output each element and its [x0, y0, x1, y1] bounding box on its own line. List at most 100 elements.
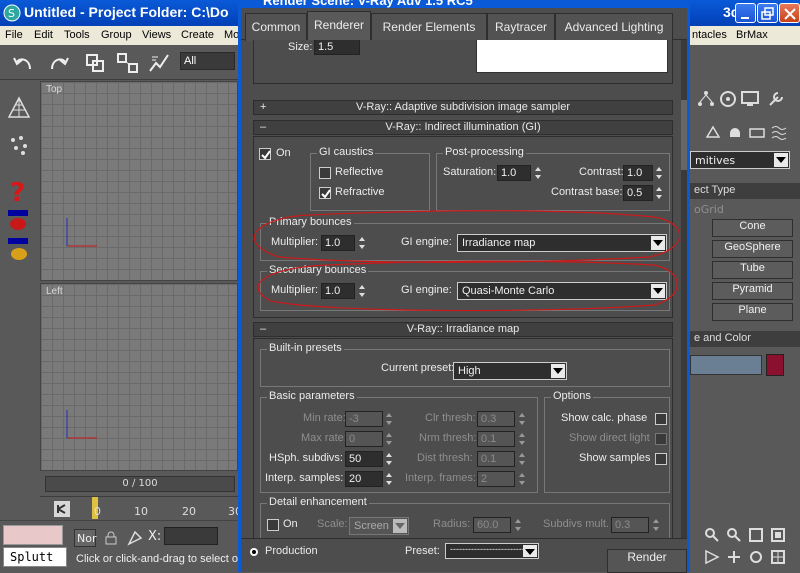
script-mini-listener[interactable]: Splutt [3, 547, 67, 567]
spinner-arrows-icon[interactable] [518, 451, 526, 467]
plane-button[interactable]: Plane [712, 303, 793, 321]
production-radio[interactable] [249, 547, 259, 557]
zoom-all-icon[interactable] [726, 527, 742, 543]
key-filter-icon[interactable] [52, 499, 72, 519]
bind-space-warp-icon[interactable] [146, 49, 174, 77]
saturation-value[interactable]: 1.0 [497, 165, 531, 181]
menu-brmax[interactable]: BrMax [736, 29, 768, 41]
tube-button[interactable]: Tube [712, 261, 793, 279]
menu-views[interactable]: Views [142, 29, 171, 41]
spinner-arrows-icon[interactable] [385, 411, 393, 427]
utilities-tab-icon[interactable] [766, 89, 786, 109]
lock-selection-icon[interactable] [104, 531, 118, 545]
spinner-arrows-icon[interactable] [652, 517, 660, 533]
size-value[interactable]: 1.5 [314, 40, 360, 55]
dist-thresh-value[interactable]: 0.1 [477, 451, 515, 467]
close-button[interactable] [779, 3, 800, 23]
subdivs-mult-spinner[interactable]: 0.3 [611, 517, 661, 533]
space-warps-icon[interactable] [770, 123, 788, 141]
arc-rotate-icon[interactable] [748, 549, 764, 565]
spinner-arrows-icon[interactable] [518, 431, 526, 447]
spinner-arrows-icon[interactable] [385, 471, 393, 487]
contrast-spinner[interactable]: 1.0 [623, 165, 663, 181]
clr-thresh-value[interactable]: 0.3 [477, 411, 515, 427]
particles-icon[interactable] [6, 133, 32, 159]
lights-icon[interactable] [726, 123, 744, 141]
adaptive-subdivision-header[interactable]: + V-Ray:: Adaptive subdivision image sam… [253, 100, 673, 115]
object-color-swatch[interactable] [766, 354, 784, 376]
teapot-render-icon[interactable] [6, 209, 32, 233]
dropdown-button[interactable] [393, 519, 407, 533]
spinner-arrows-icon[interactable] [514, 517, 522, 533]
undo-icon[interactable] [10, 49, 38, 77]
menu-file[interactable]: File [5, 29, 23, 41]
gi-on-checkbox[interactable] [259, 148, 271, 160]
nrm-thresh-value[interactable]: 0.1 [477, 431, 515, 447]
current-preset-dropdown[interactable]: High [453, 362, 567, 380]
hierarchy-tab-icon[interactable] [696, 89, 716, 109]
spinner-arrows-icon[interactable] [518, 411, 526, 427]
viewport-left[interactable]: Left [40, 283, 238, 471]
detail-on-checkbox[interactable] [267, 519, 279, 531]
dialog-scrollbar[interactable] [681, 40, 687, 538]
hsph-subdivs-value[interactable]: 50 [345, 451, 383, 467]
dropdown-button[interactable] [523, 545, 537, 557]
autogrid-label[interactable]: oGrid [694, 203, 724, 216]
viewport-left-label[interactable]: Left [46, 286, 63, 297]
spinner-arrows-icon[interactable] [385, 431, 393, 447]
render-button[interactable]: Render [607, 549, 687, 573]
viewport-top-label[interactable]: Top [46, 84, 62, 95]
min-rate-value[interactable]: -3 [345, 411, 383, 427]
refractive-checkbox[interactable] [319, 187, 331, 199]
unlink-icon[interactable] [114, 49, 142, 77]
link-icon[interactable] [82, 49, 110, 77]
nrm-thresh-spinner[interactable]: 0.1 [477, 431, 527, 447]
hsph-subdivs-spinner[interactable]: 50 [345, 451, 393, 467]
contrast-value[interactable]: 1.0 [623, 165, 653, 181]
zoom-icon[interactable] [704, 527, 720, 543]
min-rate-spinner[interactable]: -3 [345, 411, 393, 427]
track-bar[interactable]: 0 10 20 30 [40, 496, 242, 520]
grid-plane-icon[interactable] [6, 95, 32, 121]
tab-common[interactable]: Common [245, 13, 307, 41]
time-slider[interactable]: 0 / 100 [45, 476, 235, 492]
pyramid-button[interactable]: Pyramid [712, 282, 793, 300]
menu-edit[interactable]: Edit [34, 29, 53, 41]
tab-raytracer[interactable]: Raytracer [487, 13, 555, 41]
preset-dropdown[interactable]: ------------------------- [445, 543, 539, 559]
cone-button[interactable]: Cone [712, 219, 793, 237]
motion-tab-icon[interactable] [718, 89, 738, 109]
shapes-icon[interactable] [704, 123, 722, 141]
contrast-base-spinner[interactable]: 0.5 [623, 185, 663, 201]
saturation-spinner[interactable]: 1.0 [497, 165, 543, 181]
tab-advanced-lighting[interactable]: Advanced Lighting [555, 13, 673, 41]
pan-icon[interactable] [726, 549, 742, 565]
spinner-arrows-icon[interactable] [655, 165, 663, 181]
menu-create[interactable]: Create [181, 29, 214, 41]
restore-button[interactable] [757, 3, 778, 23]
show-calc-phase-checkbox[interactable] [655, 413, 667, 425]
interp-samples-spinner[interactable]: 20 [345, 471, 393, 487]
object-type-rollout-title[interactable]: ect Type [690, 183, 800, 199]
minimize-button[interactable] [735, 3, 756, 23]
display-tab-icon[interactable] [740, 89, 760, 109]
gi-header[interactable]: – V-Ray:: Indirect illumination (GI) [253, 120, 673, 135]
scrollbar-thumb[interactable] [681, 100, 687, 170]
contrast-base-value[interactable]: 0.5 [623, 185, 653, 201]
show-samples-checkbox[interactable] [655, 453, 667, 465]
name-and-color-rollout-title[interactable]: e and Color [690, 331, 800, 347]
selection-filter-dropdown[interactable]: All [180, 52, 235, 70]
show-direct-light-checkbox[interactable] [655, 433, 667, 445]
interp-frames-spinner[interactable]: 2 [477, 471, 527, 487]
help-icon[interactable]: ? [8, 177, 32, 205]
zoom-extents-icon[interactable] [748, 527, 764, 543]
max-rate-value[interactable]: 0 [345, 431, 383, 447]
radius-value[interactable]: 60.0 [473, 517, 511, 533]
menu-tools[interactable]: Tools [64, 29, 90, 41]
interp-samples-value[interactable]: 20 [345, 471, 383, 487]
rollout-toggle[interactable]: + [260, 101, 266, 114]
field-of-view-icon[interactable] [704, 549, 720, 565]
radius-spinner[interactable]: 60.0 [473, 517, 523, 533]
redo-icon[interactable] [44, 49, 72, 77]
tab-render-elements[interactable]: Render Elements [371, 13, 487, 41]
